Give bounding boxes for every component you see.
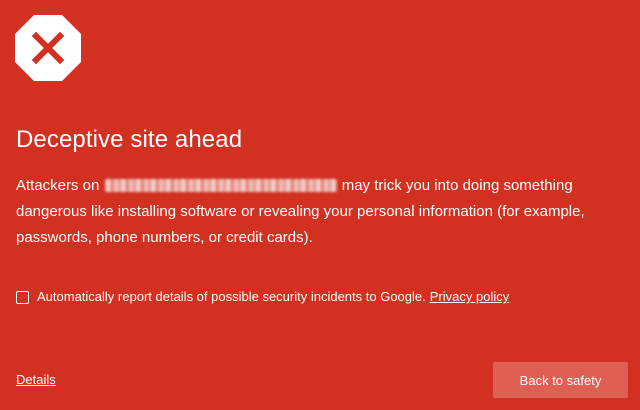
privacy-policy-link[interactable]: Privacy policy [430, 288, 509, 306]
page-title: Deceptive site ahead [16, 126, 243, 153]
report-option: Automatically report details of possible… [16, 288, 509, 306]
details-link[interactable]: Details [16, 371, 56, 389]
warning-message: Attackers on may trick you into doing so… [16, 173, 616, 251]
warning-octagon-icon [15, 15, 81, 81]
interstitial-page: Deceptive site ahead Attackers on may tr… [0, 0, 640, 410]
blurred-site-url [104, 178, 337, 192]
message-prefix: Attackers on [16, 177, 100, 194]
report-label: Automatically report details of possible… [37, 289, 426, 304]
report-checkbox[interactable] [16, 290, 29, 304]
back-to-safety-button[interactable]: Back to safety [493, 362, 628, 398]
